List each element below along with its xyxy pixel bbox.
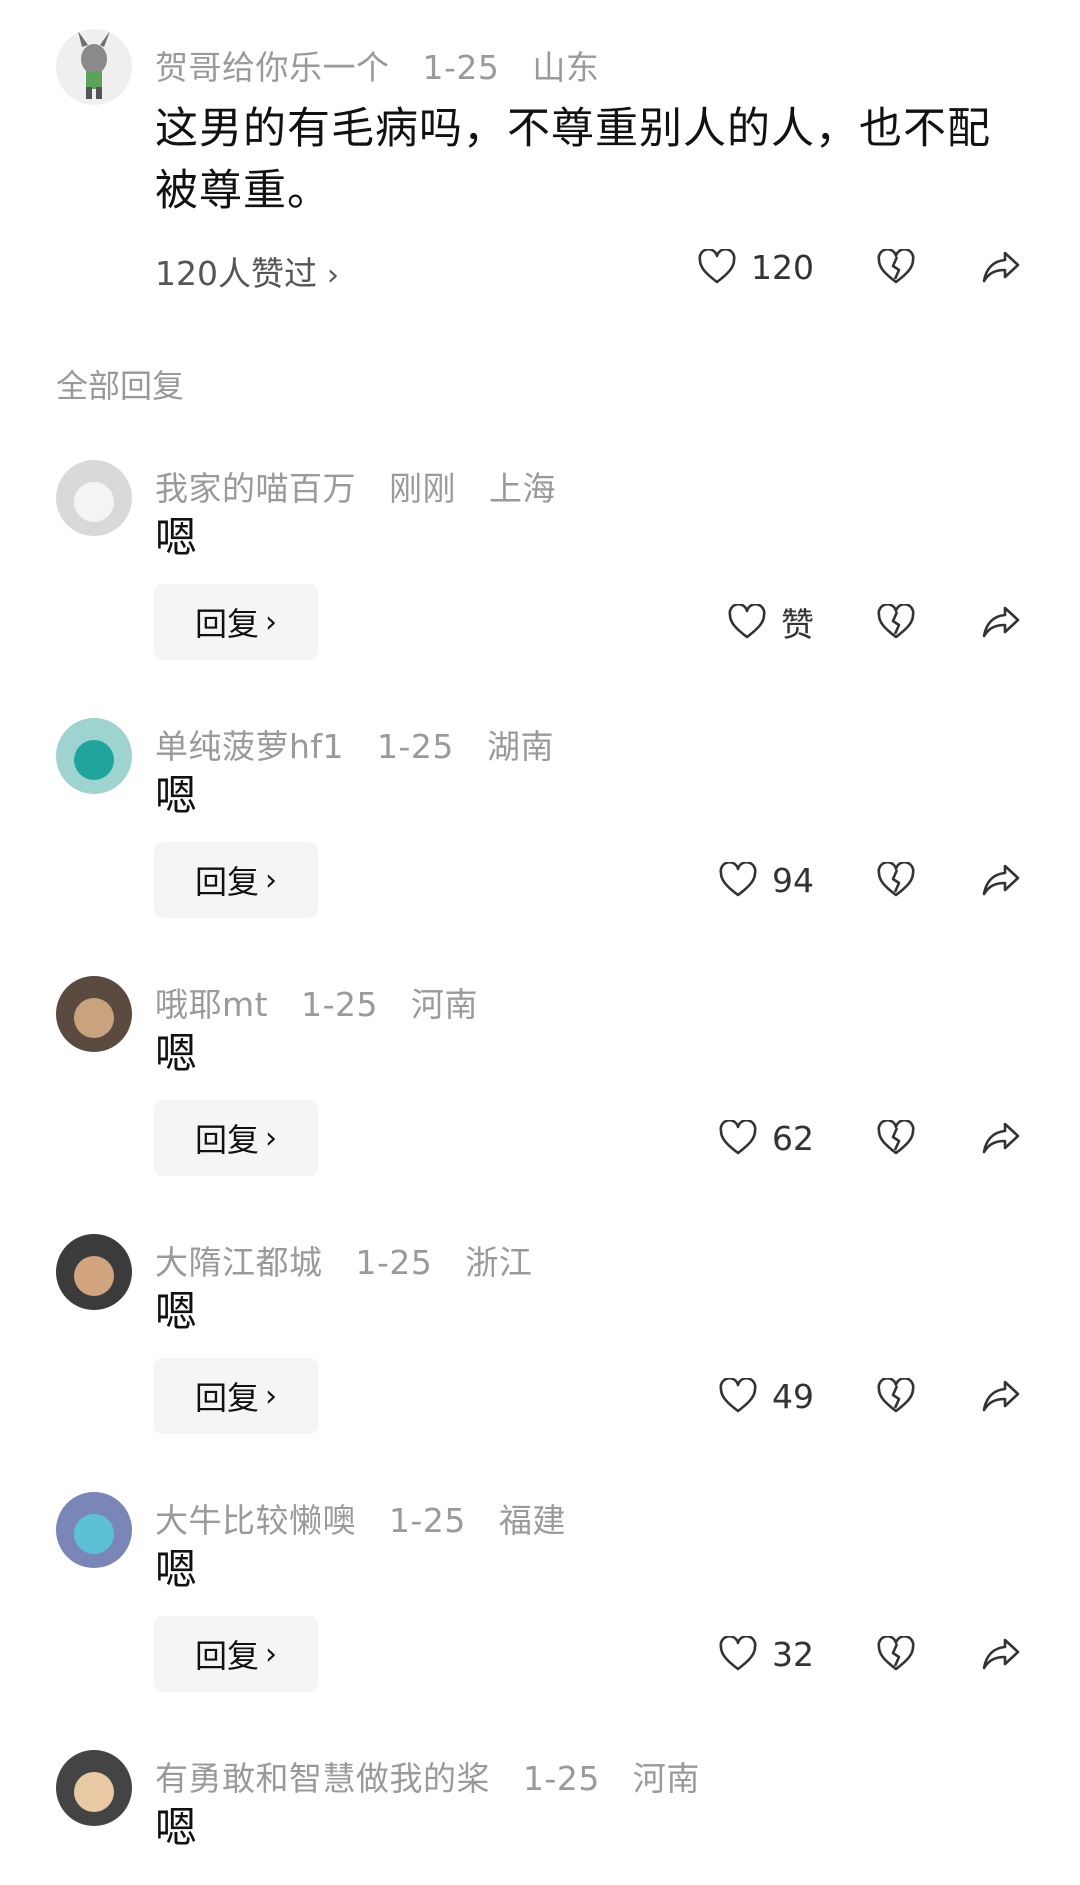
- like-count: 49: [772, 1376, 814, 1416]
- like-button[interactable]: 赞: [727, 592, 814, 652]
- comment-meta: 哦耶mt 1-25 河南: [155, 978, 500, 1026]
- avatar[interactable]: [56, 1750, 132, 1826]
- broken-heart-icon: [876, 249, 916, 285]
- username[interactable]: 大隋江都城: [155, 1243, 323, 1282]
- broken-heart-icon: [876, 604, 916, 640]
- avatar[interactable]: [56, 460, 132, 536]
- share-arrow-icon: [981, 604, 1021, 640]
- comment-location: 福建: [498, 1501, 566, 1540]
- dislike-button[interactable]: [866, 1366, 926, 1426]
- username[interactable]: 我家的喵百万: [155, 469, 356, 508]
- comment-actions: 32: [0, 1624, 1080, 1684]
- comment-date: 1-25: [523, 1759, 600, 1798]
- heart-outline-icon: [718, 1636, 758, 1672]
- username[interactable]: 贺哥给你乐一个: [155, 48, 390, 87]
- comment-date: 1-25: [355, 1243, 433, 1282]
- comment-date: 1-25: [301, 985, 378, 1024]
- share-arrow-icon: [981, 1120, 1021, 1156]
- username[interactable]: 哦耶mt: [155, 985, 268, 1024]
- avatar[interactable]: [56, 29, 132, 105]
- comment-location: 浙江: [465, 1243, 533, 1282]
- like-count: 94: [772, 860, 814, 900]
- broken-heart-icon: [876, 862, 916, 898]
- comment-text: 嗯: [155, 1545, 198, 1594]
- share-arrow-icon: [981, 1378, 1021, 1414]
- like-count: 120: [751, 247, 814, 287]
- comment-thread: 贺哥给你乐一个 1-25 山东 这男的有毛病吗，不尊重别人的人，也不配被尊重。 …: [0, 0, 1080, 1885]
- like-button[interactable]: 120: [697, 237, 814, 297]
- comment-actions: 62: [0, 1108, 1080, 1168]
- dislike-button[interactable]: [866, 1624, 926, 1684]
- comment-date: 1-25: [377, 727, 454, 766]
- dislike-button[interactable]: [866, 592, 926, 652]
- comment-text: 这男的有毛病吗，不尊重别人的人，也不配被尊重。: [155, 104, 991, 216]
- avatar[interactable]: [56, 976, 132, 1052]
- share-arrow-icon: [981, 1636, 1021, 1672]
- share-arrow-icon: [981, 249, 1021, 285]
- avatar[interactable]: [56, 718, 132, 794]
- broken-heart-icon: [876, 1378, 916, 1414]
- share-button[interactable]: [971, 1624, 1031, 1684]
- comment-date: 1-25: [389, 1501, 466, 1540]
- heart-outline-icon: [727, 604, 767, 640]
- comment-meta: 我家的喵百万 刚刚 上海: [155, 462, 578, 510]
- share-arrow-icon: [981, 862, 1021, 898]
- comment-meta: 有勇敢和智慧做我的桨 1-25 河南: [155, 1752, 722, 1800]
- share-button[interactable]: [971, 592, 1031, 652]
- like-count: 32: [772, 1634, 814, 1674]
- comment-meta: 单纯菠萝hf1 1-25 湖南: [155, 720, 576, 768]
- broken-heart-icon: [876, 1636, 916, 1672]
- heart-outline-icon: [697, 249, 737, 285]
- comment-text: 嗯: [155, 1287, 198, 1336]
- comment-text: 嗯: [155, 1029, 198, 1078]
- share-button[interactable]: [971, 1108, 1031, 1168]
- comment-date: 1-25: [422, 48, 500, 87]
- comment-location: 河南: [632, 1759, 700, 1798]
- like-count: 赞: [781, 605, 814, 644]
- dislike-button[interactable]: [866, 1108, 926, 1168]
- comment-actions: 94: [0, 850, 1080, 910]
- like-button[interactable]: 94: [718, 850, 814, 910]
- share-button[interactable]: [971, 237, 1031, 297]
- username[interactable]: 大牛比较懒噢: [155, 1501, 356, 1540]
- comment-meta: 大牛比较懒噢 1-25 福建: [155, 1494, 588, 1542]
- comment-actions: 49: [0, 1366, 1080, 1426]
- comment-date: 刚刚: [389, 469, 456, 508]
- avatar[interactable]: [56, 1234, 132, 1310]
- section-title: 全部回复: [56, 367, 185, 405]
- dislike-button[interactable]: [866, 237, 926, 297]
- like-button[interactable]: 49: [718, 1366, 814, 1426]
- comment-location: 湖南: [486, 727, 554, 766]
- like-count: 62: [772, 1118, 814, 1158]
- dislike-button[interactable]: [866, 850, 926, 910]
- comment-text: 嗯: [155, 771, 198, 820]
- avatar[interactable]: [56, 1492, 132, 1568]
- comment-location: 山东: [532, 48, 600, 87]
- share-button[interactable]: [971, 1366, 1031, 1426]
- heart-outline-icon: [718, 1378, 758, 1414]
- comment-location: 上海: [489, 469, 556, 508]
- comment-location: 河南: [411, 985, 478, 1024]
- username[interactable]: 有勇敢和智慧做我的桨: [155, 1759, 490, 1798]
- comment-meta: 贺哥给你乐一个 1-25 山东: [155, 41, 621, 89]
- username[interactable]: 单纯菠萝hf1: [155, 727, 344, 766]
- comment-meta: 大隋江都城 1-25 浙江: [155, 1236, 554, 1284]
- like-button[interactable]: 32: [718, 1624, 814, 1684]
- broken-heart-icon: [876, 1120, 916, 1156]
- comment-actions: 赞: [0, 592, 1080, 652]
- share-button[interactable]: [971, 850, 1031, 910]
- comment-actions: 120: [0, 237, 1080, 297]
- heart-outline-icon: [718, 862, 758, 898]
- heart-outline-icon: [718, 1120, 758, 1156]
- comment-text: 嗯: [155, 1803, 198, 1852]
- comment-text: 嗯: [155, 513, 198, 562]
- like-button[interactable]: 62: [718, 1108, 814, 1168]
